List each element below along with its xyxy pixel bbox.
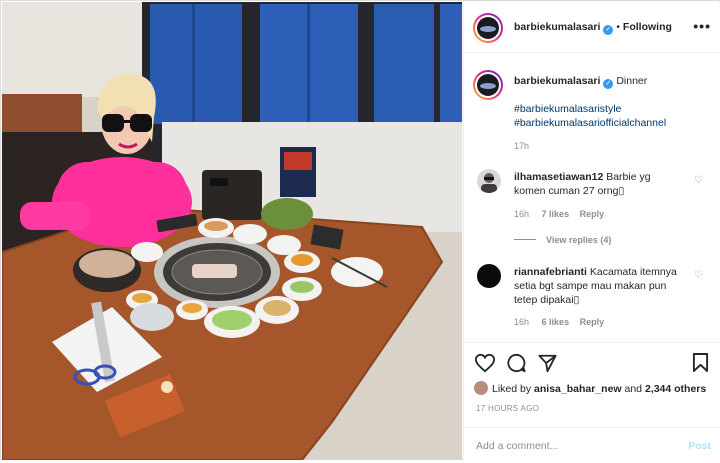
hashtag-link[interactable]: #barbiekumalasaristyle [514,102,666,116]
liked-by-user[interactable]: anisa_bahar_new [534,383,622,395]
heart-icon[interactable] [474,353,496,373]
likes-count[interactable]: 2,344 others [645,383,706,395]
post-header: barbiekumalasari ✓ • Following ••• [464,2,720,53]
post-modal: barbiekumalasari ✓ • Following ••• barbieku… [0,0,720,460]
dinner-photo [2,2,462,460]
replies-divider [514,239,536,240]
comment-like-heart-icon[interactable]: ♡ [694,270,703,281]
post-author-username[interactable]: barbiekumalasari [514,21,600,33]
view-replies-button[interactable]: View replies (4) [514,235,611,245]
verified-badge-icon: ✓ [603,25,614,35]
bookmark-icon[interactable] [692,352,709,373]
comment-likes-count[interactable]: 6 likes [542,317,570,327]
comment-icon[interactable] [506,353,527,373]
caption-text: Dinner [616,75,648,87]
verified-badge-icon: ✓ [603,79,614,89]
reply-button[interactable]: Reply [580,317,605,327]
post-timestamp[interactable]: 17 HOURS AGO [476,404,539,413]
caption-username[interactable]: barbiekumalasari [514,75,600,87]
post-side-panel: barbiekumalasari ✓ • Following ••• barbieku… [463,2,720,460]
comment-text-line1: Barbie yg [606,171,651,183]
post-photo[interactable] [2,2,462,460]
comment-text-line1: Kacamata itemnya [589,266,677,278]
view-replies-label: View replies (4) [546,235,612,245]
comment-text-line3: tetep dipakai▯ [514,294,580,306]
caption-age: 17h [514,141,530,151]
commenter-avatar[interactable] [477,264,501,288]
avatar[interactable] [477,17,499,39]
comment-item: ilhamasetiawan12 Barbie yg komen cuman 2… [464,165,720,225]
comment-age: 16h [514,209,530,219]
comment-likes-count[interactable]: 7 likes [542,209,570,219]
reply-button[interactable]: Reply [580,209,605,219]
liked-by: Liked by anisa_bahar_new and 2,344 other… [474,381,706,395]
comment-text-line2: setia bgt sampe mau makan pun [514,280,667,292]
liker-avatar[interactable] [474,381,488,395]
comment-username[interactable]: ilhamasetiawan12 [514,171,603,183]
comment-text-line2: komen cuman 27 orng▯ [514,185,625,197]
following-button[interactable]: Following [623,21,672,33]
post-comment-button[interactable]: Post [688,440,711,452]
commenter-avatar[interactable] [477,169,501,193]
comment-like-heart-icon[interactable]: ♡ [694,175,703,186]
comment-username[interactable]: riannafebrianti [514,266,587,278]
hashtag-link[interactable]: #barbiekumalasariofficialchannel [514,116,666,130]
share-icon[interactable] [537,353,558,373]
separator-dot: • [616,22,620,33]
liked-by-prefix: Liked by [492,383,532,395]
add-comment-input[interactable]: Add a comment... [476,440,558,452]
post-actions: Liked by anisa_bahar_new and 2,344 other… [464,342,720,462]
add-comment-bar: Add a comment... Post [464,427,720,463]
more-options-icon[interactable]: ••• [693,18,711,34]
caption-avatar[interactable] [477,74,499,96]
liked-by-and: and [624,383,643,395]
comment-item: riannafebrianti Kacamata itemnya setia b… [464,260,720,332]
comment-age: 16h [514,317,530,327]
